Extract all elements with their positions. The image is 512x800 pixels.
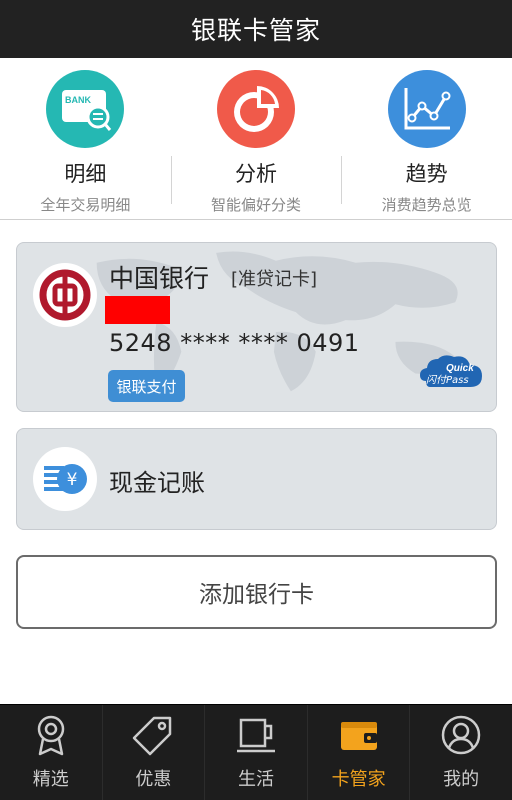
badge-icon — [31, 713, 71, 757]
svg-text:¥: ¥ — [67, 470, 78, 490]
tab-label: 精选 — [32, 769, 69, 790]
tab-label: 卡管家 — [331, 769, 386, 790]
user-icon — [440, 713, 482, 757]
cash-bookkeeping-label: 现金记账 — [109, 469, 205, 497]
tab-deals[interactable]: 优惠 — [101, 705, 205, 800]
tab-label: 优惠 — [135, 769, 172, 790]
wallet-icon — [338, 713, 380, 757]
tab-mine[interactable]: 我的 — [409, 705, 512, 800]
quick-action-trend[interactable]: 趋势 消费趋势总览 — [341, 58, 512, 219]
quick-action-subtitle: 智能偏好分类 — [211, 196, 302, 214]
tab-life[interactable]: 生活 — [204, 705, 307, 800]
quick-action-subtitle: 全年交易明细 — [40, 196, 131, 214]
quick-actions: BANK 明细 全年交易明细 分析 智能偏好分类 趋势 消费趋势总览 — [0, 58, 512, 220]
line-chart-icon — [387, 70, 466, 148]
quick-action-details[interactable]: BANK 明细 全年交易明细 — [0, 58, 171, 219]
tag-icon — [132, 713, 174, 757]
redacted-cardholder — [105, 296, 170, 324]
quickpass-bottom-text: 闪付Pass — [426, 374, 469, 386]
cup-icon — [235, 713, 277, 757]
bank-card[interactable]: 中国银行 [准贷记卡] 5248 **** **** 0491 银联支付 Qui… — [16, 242, 497, 412]
quick-action-title: 趋势 — [405, 162, 448, 186]
add-bank-card-button[interactable]: 添加银行卡 — [16, 555, 497, 629]
unionpay-pay-button[interactable]: 银联支付 — [108, 370, 185, 402]
bank-name: 中国银行 — [109, 264, 210, 293]
quickpass-logo-icon: Quick 闪付Pass — [420, 355, 482, 387]
card-number: 5248 **** **** 0491 — [109, 329, 360, 357]
quick-action-subtitle: 消费趋势总览 — [381, 196, 472, 214]
quickpass-top-text: Quick — [446, 363, 474, 374]
cash-yuan-icon: ¥ — [33, 447, 97, 511]
card-type: [准贷记卡] — [231, 269, 318, 290]
cash-bookkeeping-card[interactable]: ¥ 现金记账 — [16, 428, 497, 530]
bank-of-china-logo — [33, 263, 97, 327]
quick-action-analysis[interactable]: 分析 智能偏好分类 — [170, 58, 342, 219]
page-title: 银联卡管家 — [190, 16, 321, 45]
tab-featured[interactable]: 精选 — [0, 705, 102, 800]
quick-action-title: 明细 — [64, 162, 107, 186]
pie-chart-icon — [217, 70, 295, 148]
bank-search-icon: BANK — [46, 70, 125, 148]
tab-card-manager[interactable]: 卡管家 — [306, 705, 410, 800]
bottom-tab-bar: 精选 优惠 生活 卡管家 我的 — [0, 704, 512, 800]
tab-label: 我的 — [443, 769, 480, 790]
quick-action-title: 分析 — [235, 162, 277, 186]
app-header: 银联卡管家 — [0, 0, 512, 58]
bank-icon-text: BANK — [65, 95, 91, 105]
tab-label: 生活 — [237, 769, 274, 790]
